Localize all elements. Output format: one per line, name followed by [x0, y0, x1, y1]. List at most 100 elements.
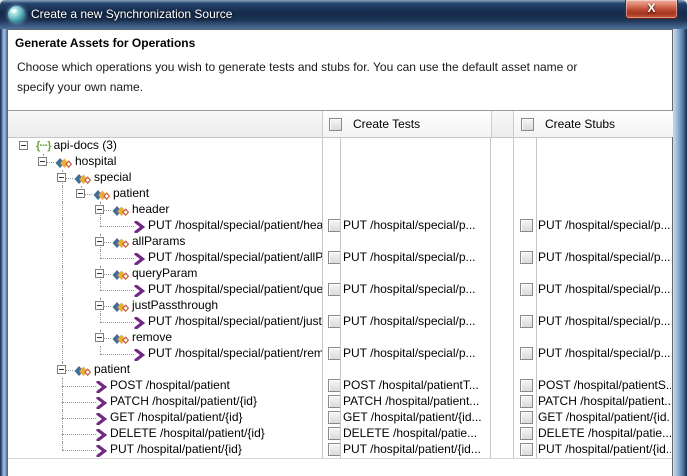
- tree-node-label[interactable]: GET /hospital/patient/{id}: [110, 410, 243, 426]
- tree-cell: header: [8, 202, 322, 218]
- tree-node-label[interactable]: special: [94, 170, 131, 186]
- tree-indent: [16, 346, 35, 362]
- tree-connector: [92, 298, 111, 314]
- tree-indent: [35, 250, 54, 266]
- tree-indent: [54, 314, 73, 330]
- stub-name-cell[interactable]: PUT /hospital/special/p...: [538, 346, 671, 362]
- tree-node-label[interactable]: PUT /hospital/special/patient/justP: [148, 314, 322, 330]
- tree-indent: [35, 234, 54, 250]
- tree-expander[interactable]: [95, 301, 104, 310]
- stub-name-cell[interactable]: PUT /hospital/special/p...: [538, 282, 671, 298]
- create-stub-checkbox[interactable]: [520, 427, 533, 440]
- tree-node-label[interactable]: patient: [113, 186, 149, 202]
- tree-node-label[interactable]: PUT /hospital/special/patient/allPa: [148, 250, 322, 266]
- tree-indent: [54, 250, 73, 266]
- stub-name-cell[interactable]: PUT /hospital/special/p...: [538, 218, 671, 234]
- create-stub-checkbox[interactable]: [520, 379, 533, 392]
- select-all-stubs-checkbox[interactable]: [521, 118, 534, 131]
- create-stub-checkbox[interactable]: [520, 315, 533, 328]
- tree-indent: [35, 394, 54, 410]
- tree-node-label[interactable]: header: [132, 202, 169, 218]
- page-description: Choose which operations you wish to gene…: [17, 57, 577, 97]
- tree-indent: [16, 410, 35, 426]
- close-button[interactable]: X: [625, 0, 678, 19]
- test-name-cell[interactable]: GET /hospital/patient/{id...: [343, 410, 489, 426]
- create-stub-checkbox[interactable]: [520, 347, 533, 360]
- tree-node-label[interactable]: allParams: [132, 234, 185, 250]
- tree-node-label[interactable]: PUT /hospital/patient/{id}: [110, 442, 242, 458]
- resource-icon: [93, 188, 110, 202]
- tree-expander[interactable]: [19, 141, 28, 150]
- window-titlebar[interactable]: Create a new Synchronization Source X: [0, 0, 687, 29]
- tree-node-label[interactable]: PUT /hospital/special/patient/head: [148, 218, 322, 234]
- tree-connector: [92, 250, 134, 266]
- tree-node-label[interactable]: remove: [132, 330, 172, 346]
- tree-expander[interactable]: [57, 173, 66, 182]
- test-name-cell[interactable]: PUT /hospital/special/p...: [343, 346, 489, 362]
- test-name-cell[interactable]: PUT /hospital/special/p...: [343, 250, 489, 266]
- tree-node-label[interactable]: PUT /hospital/special/patient/quer: [148, 282, 322, 298]
- create-stub-checkbox[interactable]: [520, 251, 533, 264]
- tree-connector: [92, 234, 111, 250]
- tree-expander[interactable]: [95, 269, 104, 278]
- test-name-cell[interactable]: PUT /hospital/patient/{id...: [343, 442, 489, 458]
- column-divider: [513, 138, 514, 458]
- test-name-cell[interactable]: POST /hospital/patientT...: [343, 378, 489, 394]
- tree-node-label[interactable]: POST /hospital/patient: [110, 378, 230, 394]
- tree-expander[interactable]: [95, 205, 104, 214]
- stub-name-cell[interactable]: PUT /hospital/special/p...: [538, 250, 671, 266]
- test-name-cell[interactable]: PATCH /hospital/patient...: [343, 394, 489, 410]
- create-stub-checkbox[interactable]: [520, 219, 533, 232]
- tree-node-label[interactable]: PATCH /hospital/patient/{id}: [110, 394, 257, 410]
- tree-cell: PUT /hospital/patient/{id}: [8, 442, 322, 458]
- tree-connector: [35, 154, 54, 170]
- tree-indent: [54, 298, 73, 314]
- tree-cell: patient: [8, 362, 322, 378]
- tree-cell: remove: [8, 330, 322, 346]
- tree-node-label[interactable]: patient: [94, 362, 130, 378]
- create-stub-checkbox[interactable]: [520, 411, 533, 424]
- create-stub-checkbox[interactable]: [520, 283, 533, 296]
- create-stub-checkbox[interactable]: [520, 443, 533, 456]
- stub-name-cell[interactable]: DELETE /hospital/patie...: [538, 426, 671, 442]
- method-icon: [96, 444, 107, 458]
- close-icon: X: [626, 0, 677, 17]
- tree-expander[interactable]: [95, 237, 104, 246]
- tree-expander[interactable]: [76, 189, 85, 198]
- tree-expander[interactable]: [38, 157, 47, 166]
- window-title: Create a new Synchronization Source: [31, 0, 232, 29]
- stub-name-cell[interactable]: PUT /hospital/patient/{id...: [538, 442, 671, 458]
- tree-indent: [73, 266, 92, 282]
- tree-node-label[interactable]: DELETE /hospital/patient/{id}: [110, 426, 265, 442]
- tree-node-label[interactable]: justPassthrough: [132, 298, 218, 314]
- tree-connector: [54, 378, 96, 394]
- tree-indent: [35, 186, 54, 202]
- test-name-cell[interactable]: PUT /hospital/special/p...: [343, 282, 489, 298]
- tree-cell: PUT /hospital/special/patient/quer: [8, 282, 322, 298]
- tree-node-label[interactable]: PUT /hospital/special/patient/rem: [148, 346, 322, 362]
- tree-node-label[interactable]: api-docs (3): [54, 138, 117, 154]
- create-stub-checkbox[interactable]: [520, 395, 533, 408]
- select-all-tests-checkbox[interactable]: [329, 118, 342, 131]
- window-frame-left: [0, 29, 7, 476]
- tree-expander[interactable]: [57, 365, 66, 374]
- tree-connector: [16, 138, 35, 154]
- method-icon: [134, 220, 145, 234]
- tree-node-label[interactable]: queryParam: [132, 266, 197, 282]
- tree-cell: PUT /hospital/special/patient/head: [8, 218, 322, 234]
- tree-node-label[interactable]: hospital: [75, 154, 116, 170]
- tree-indent: [16, 186, 35, 202]
- test-name-cell[interactable]: PUT /hospital/special/p...: [343, 218, 489, 234]
- resource-icon: [112, 204, 129, 218]
- description-line-1: Choose which operations you wish to gene…: [17, 57, 577, 77]
- stub-name-cell[interactable]: GET /hospital/patient/{id...: [538, 410, 671, 426]
- test-name-cell[interactable]: DELETE /hospital/patie...: [343, 426, 489, 442]
- stub-name-cell[interactable]: POST /hospital/patientS...: [538, 378, 671, 394]
- resource-icon: [112, 332, 129, 346]
- tree-expander[interactable]: [95, 333, 104, 342]
- test-name-cell[interactable]: PUT /hospital/special/p...: [343, 314, 489, 330]
- stub-name-cell[interactable]: PUT /hospital/special/p...: [538, 314, 671, 330]
- tree-cell: DELETE /hospital/patient/{id}: [8, 426, 322, 442]
- stub-name-cell[interactable]: PATCH /hospital/patient...: [538, 394, 671, 410]
- tree-indent: [16, 202, 35, 218]
